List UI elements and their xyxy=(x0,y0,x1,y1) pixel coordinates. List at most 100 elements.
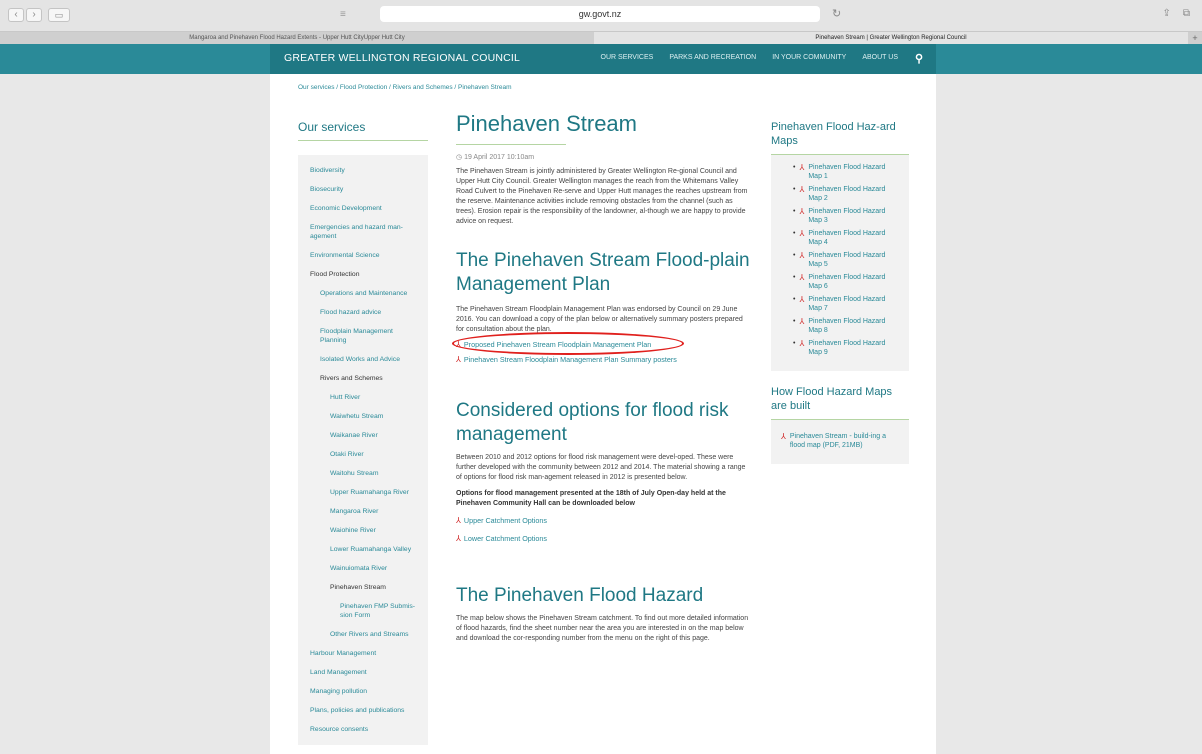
clock-icon: ◷ xyxy=(456,154,465,161)
pdf-icon: ⅄ xyxy=(456,534,461,543)
link-lower-catchment[interactable]: ⅄ Lower Catchment Options xyxy=(456,533,751,544)
floodplain-plan-paragraph: The Pinehaven Stream Floodplain Manageme… xyxy=(456,306,743,333)
hazard-map-label: Pinehaven Flood Hazard Map 1 xyxy=(808,164,886,180)
link-upper-catchment-label: Upper Catchment Options xyxy=(463,516,547,525)
nav-item-floodplain-planning[interactable]: Floodplain Management Planning xyxy=(298,322,428,350)
pdf-icon: ⅄ xyxy=(799,339,805,348)
link-summary-posters-label: Pinehaven Stream Floodplain Management P… xyxy=(463,355,677,364)
nav-item-emergencies[interactable]: Emergencies and hazard man-agement xyxy=(298,218,428,246)
nav-item-environmental-science[interactable]: Environmental Science xyxy=(298,246,428,265)
link-summary-posters[interactable]: ⅄ Pinehaven Stream Floodplain Management … xyxy=(456,354,751,365)
nav-in-your-community[interactable]: IN YOUR COMMUNITY xyxy=(772,54,846,61)
bullet: • xyxy=(793,318,796,325)
nav-item-rivers-and-schemes[interactable]: Rivers and Schemes xyxy=(298,369,428,388)
nav-item-wainuiomata-river[interactable]: Wainuiomata River xyxy=(298,559,428,578)
nav-item-pinehaven-stream[interactable]: Pinehaven Stream xyxy=(298,578,428,597)
hazard-map-link[interactable]: • ⅄ Pinehaven Flood Hazard Map 1 xyxy=(793,163,899,181)
hazard-map-link[interactable]: • ⅄ Pinehaven Flood Hazard Map 2 xyxy=(793,185,899,203)
pdf-icon: ⅄ xyxy=(799,185,805,194)
pdf-icon: ⅄ xyxy=(799,229,805,238)
nav-item-resource-consents[interactable]: Resource consents xyxy=(298,720,428,739)
nav-item-waitohu-stream[interactable]: Waitohu Stream xyxy=(298,464,428,483)
forward-button[interactable]: › xyxy=(26,8,42,22)
pdf-icon: ⅄ xyxy=(799,163,805,172)
bullet: • xyxy=(793,340,796,347)
hazard-map-link[interactable]: • ⅄ Pinehaven Flood Hazard Map 4 xyxy=(793,229,899,247)
link-upper-catchment[interactable]: ⅄ Upper Catchment Options xyxy=(456,515,751,526)
nav-our-services[interactable]: OUR SERVICES xyxy=(601,54,654,61)
hazard-map-link[interactable]: • ⅄ Pinehaven Flood Hazard Map 6 xyxy=(793,273,899,291)
right-sidebar: Pinehaven Flood Haz-ard Maps • ⅄ Pinehaven… xyxy=(771,120,909,464)
pdf-icon: ⅄ xyxy=(799,317,805,326)
nav-item-mangaroa-river[interactable]: Mangaroa River xyxy=(298,502,428,521)
nav-item-isolated-works[interactable]: Isolated Works and Advice xyxy=(298,350,428,369)
nav-item-upper-ruamahanga[interactable]: Upper Ruamahanga River xyxy=(298,483,428,502)
nav-item-biosecurity[interactable]: Biosecurity xyxy=(298,180,428,199)
hazard-map-link[interactable]: • ⅄ Pinehaven Flood Hazard Map 5 xyxy=(793,251,899,269)
search-icon[interactable]: ⚲ xyxy=(912,52,926,66)
tab-pinehaven[interactable]: Pinehaven Stream | Greater Wellington Re… xyxy=(594,32,1188,44)
hazard-maps-title: Pinehaven Flood Haz-ard Maps xyxy=(771,120,909,155)
openday-paragraph: Options for flood management presented a… xyxy=(456,490,726,507)
nav-item-otaki-river[interactable]: Otaki River xyxy=(298,445,428,464)
reload-icon[interactable]: ↻ xyxy=(832,7,841,20)
tab-bar: Mangaroa and Pinehaven Flood Hazard Exte… xyxy=(0,32,1202,44)
top-navigation: OUR SERVICES PARKS AND RECREATION IN YOU… xyxy=(601,54,898,61)
hazard-map-label: Pinehaven Flood Hazard Map 6 xyxy=(808,274,886,290)
nav-item-hutt-river[interactable]: Hutt River xyxy=(298,388,428,407)
nav-about-us[interactable]: ABOUT US xyxy=(862,54,898,61)
bullet: • xyxy=(793,186,796,193)
sidebar-toggle-icon[interactable]: ▭ xyxy=(48,8,70,22)
new-tab-button[interactable]: + xyxy=(1188,32,1202,44)
hazard-map-link[interactable]: • ⅄ Pinehaven Flood Hazard Map 9 xyxy=(793,339,899,357)
nav-item-land-management[interactable]: Land Management xyxy=(298,663,428,682)
page-title: Pinehaven Stream xyxy=(456,111,637,136)
hazard-map-link[interactable]: • ⅄ Pinehaven Flood Hazard Map 3 xyxy=(793,207,899,225)
pdf-icon: ⅄ xyxy=(799,273,805,282)
nav-item-harbour-management[interactable]: Harbour Management xyxy=(298,644,428,663)
bullet: • xyxy=(793,274,796,281)
nav-item-biodiversity[interactable]: Biodiversity xyxy=(298,161,428,180)
hazard-map-link[interactable]: • ⅄ Pinehaven Flood Hazard Map 8 xyxy=(793,317,899,335)
section-options-heading: Considered options for flood risk manage… xyxy=(456,400,729,445)
nav-item-lower-ruamahanga[interactable]: Lower Ruamahanga Valley xyxy=(298,540,428,559)
flood-hazard-paragraph: The map below shows the Pinehaven Stream… xyxy=(456,615,749,642)
tab-mangaroa[interactable]: Mangaroa and Pinehaven Flood Hazard Exte… xyxy=(0,32,594,44)
bullet: • xyxy=(793,296,796,303)
nav-item-waikanae-river[interactable]: Waikanae River xyxy=(298,426,428,445)
address-bar[interactable]: gw.govt.nz xyxy=(380,6,820,22)
tabs-overview-icon[interactable]: ⧉ xyxy=(1183,8,1190,19)
building-flood-map-link[interactable]: ⅄ Pinehaven Stream - build-ing a flood ma… xyxy=(781,432,899,450)
nav-item-managing-pollution[interactable]: Managing pollution xyxy=(298,682,428,701)
title-divider xyxy=(456,144,566,145)
reader-icon[interactable]: ≡ xyxy=(340,9,346,20)
site-logo[interactable]: GREATER WELLINGTON REGIONAL COUNCIL xyxy=(284,52,520,64)
nav-item-economic-development[interactable]: Economic Development xyxy=(298,199,428,218)
hazard-maps-list: • ⅄ Pinehaven Flood Hazard Map 1 • ⅄ Pinehav… xyxy=(771,155,909,371)
back-button[interactable]: ‹ xyxy=(8,8,24,22)
floodplain-plan-links: ⅄ Proposed Pinehaven Stream Floodplain Ma… xyxy=(452,332,751,365)
bullet: • xyxy=(793,252,796,259)
nav-item-pinehaven-submission[interactable]: Pinehaven FMP Submis-sion Form xyxy=(298,597,428,625)
nav-item-waiohine-river[interactable]: Waiohine River xyxy=(298,521,428,540)
nav-item-waiwhetu-stream[interactable]: Waiwhetu Stream xyxy=(298,407,428,426)
hazard-map-label: Pinehaven Flood Hazard Map 4 xyxy=(808,230,886,246)
nav-item-plans-policies[interactable]: Plans, policies and publications xyxy=(298,701,428,720)
intro-paragraph: The Pinehaven Stream is jointly administ… xyxy=(456,168,748,225)
nav-item-flood-hazard-advice[interactable]: Flood hazard advice xyxy=(298,303,428,322)
pdf-icon: ⅄ xyxy=(456,355,461,364)
nav-item-other-rivers[interactable]: Other Rivers and Streams xyxy=(298,625,428,644)
nav-item-flood-protection[interactable]: Flood Protection xyxy=(298,265,428,284)
pdf-icon: ⅄ xyxy=(781,432,786,441)
nav-parks-and-recreation[interactable]: PARKS AND RECREATION xyxy=(669,54,756,61)
publish-date-text: 19 April 2017 10:10am xyxy=(464,154,535,161)
hazard-map-label: Pinehaven Flood Hazard Map 8 xyxy=(808,318,886,334)
hazard-map-link[interactable]: • ⅄ Pinehaven Flood Hazard Map 7 xyxy=(793,295,899,313)
nav-item-operations-maintenance[interactable]: Operations and Maintenance xyxy=(298,284,428,303)
breadcrumb[interactable]: Our services / Flood Protection / Rivers… xyxy=(298,84,512,91)
red-annotation-ellipse xyxy=(452,332,684,355)
hazard-map-label: Pinehaven Flood Hazard Map 7 xyxy=(808,296,886,312)
bullet: • xyxy=(793,208,796,215)
site-header: GREATER WELLINGTON REGIONAL COUNCIL OUR … xyxy=(270,44,936,74)
share-icon[interactable]: ⇪ xyxy=(1162,8,1170,19)
